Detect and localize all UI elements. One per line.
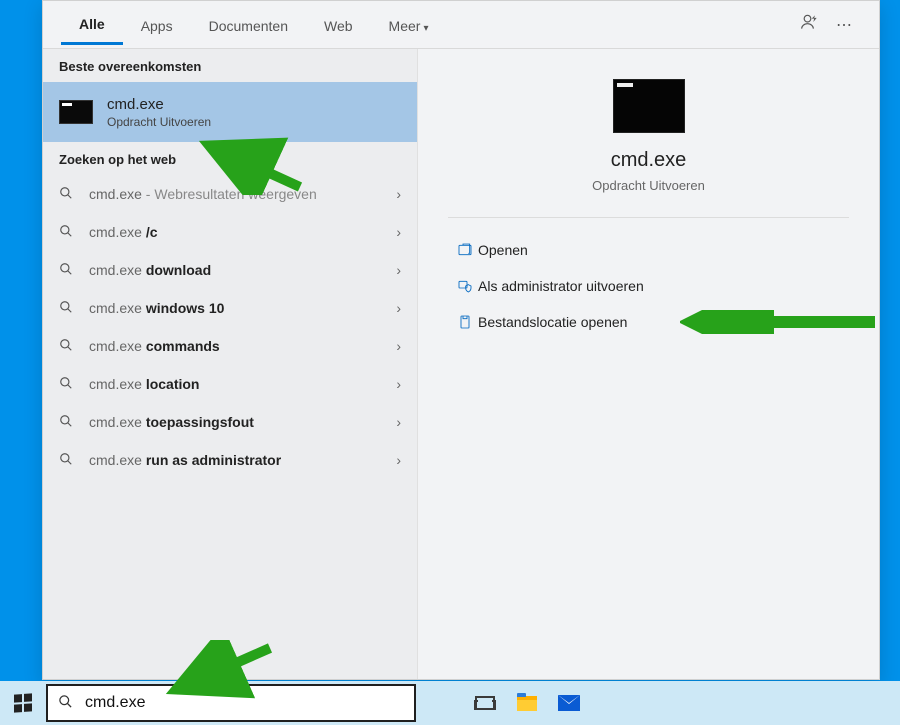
search-icon — [59, 186, 79, 203]
chevron-right-icon: › — [396, 452, 401, 468]
chevron-right-icon: › — [396, 376, 401, 392]
feedback-icon[interactable] — [793, 12, 827, 37]
web-suggestion[interactable]: cmd.exe location › — [43, 365, 417, 403]
best-match-title: cmd.exe — [107, 96, 211, 113]
chevron-right-icon: › — [396, 300, 401, 316]
web-suggestion[interactable]: cmd.exe download › — [43, 251, 417, 289]
search-icon — [59, 414, 79, 431]
file-explorer-icon — [517, 696, 537, 711]
suggestion-text: cmd.exe windows 10 — [89, 300, 224, 316]
preview-title: cmd.exe — [611, 149, 687, 172]
mail-icon — [558, 695, 580, 711]
separator — [448, 217, 849, 218]
suggestion-text: cmd.exe run as administrator — [89, 452, 281, 468]
suggestion-text: cmd.exe toepassingsfout — [89, 414, 254, 430]
windows-logo-icon — [14, 693, 32, 712]
search-icon — [59, 300, 79, 317]
web-suggestion[interactable]: cmd.exe - Webresultaten weergeven › — [43, 175, 417, 213]
file-explorer-button[interactable] — [506, 681, 548, 725]
chevron-right-icon: › — [396, 338, 401, 354]
results-column: Beste overeenkomsten cmd.exe Opdracht Ui… — [43, 49, 418, 679]
task-view-button[interactable] — [464, 681, 506, 725]
suggestion-text: cmd.exe - Webresultaten weergeven — [89, 186, 317, 202]
web-suggestion[interactable]: cmd.exe /c › — [43, 213, 417, 251]
web-suggestion[interactable]: cmd.exe toepassingsfout › — [43, 403, 417, 441]
search-tabs: Alle Apps Documenten Web Meer▾ ⋯ — [43, 1, 879, 49]
search-panel: Alle Apps Documenten Web Meer▾ ⋯ Beste o… — [42, 0, 880, 680]
tab-web[interactable]: Web — [306, 6, 371, 44]
action-open-file-location[interactable]: Bestandslocatie openen — [448, 304, 849, 340]
search-icon — [59, 376, 79, 393]
start-button[interactable] — [0, 681, 46, 725]
chevron-right-icon: › — [396, 262, 401, 278]
search-icon — [59, 338, 79, 355]
chevron-right-icon: › — [396, 224, 401, 240]
preview-subtitle: Opdracht Uitvoeren — [592, 178, 705, 193]
taskbar-search-box[interactable] — [46, 684, 416, 722]
cmd-icon — [613, 79, 685, 133]
search-icon — [59, 262, 79, 279]
cmd-icon — [59, 100, 93, 124]
chevron-right-icon: › — [396, 414, 401, 430]
action-run-as-admin[interactable]: Als administrator uitvoeren — [448, 268, 849, 304]
result-preview: cmd.exe Opdracht Uitvoeren — [448, 79, 849, 193]
search-icon — [58, 694, 73, 713]
mail-button[interactable] — [548, 681, 590, 725]
shield-run-icon — [452, 278, 478, 294]
tab-all[interactable]: Alle — [61, 4, 123, 45]
best-match-header: Beste overeenkomsten — [43, 49, 417, 82]
action-open[interactable]: Openen — [448, 232, 849, 268]
web-suggestion[interactable]: cmd.exe commands › — [43, 327, 417, 365]
suggestion-text: cmd.exe commands — [89, 338, 220, 354]
tab-docs[interactable]: Documenten — [191, 6, 306, 44]
taskbar — [0, 681, 900, 725]
more-options-icon[interactable]: ⋯ — [827, 15, 861, 35]
chevron-down-icon: ▾ — [423, 23, 428, 34]
chevron-right-icon: › — [396, 186, 401, 202]
web-search-header: Zoeken op het web — [43, 142, 417, 175]
best-match-subtitle: Opdracht Uitvoeren — [107, 115, 211, 129]
tab-apps[interactable]: Apps — [123, 6, 191, 44]
search-icon — [59, 224, 79, 241]
task-view-icon — [475, 696, 495, 710]
search-input[interactable] — [83, 693, 404, 713]
suggestion-text: cmd.exe location — [89, 376, 199, 392]
preview-column: cmd.exe Opdracht Uitvoeren Openen Als ad… — [418, 49, 879, 679]
web-suggestion-list: cmd.exe - Webresultaten weergeven›cmd.ex… — [43, 175, 417, 479]
search-icon — [59, 452, 79, 469]
search-content: Beste overeenkomsten cmd.exe Opdracht Ui… — [43, 49, 879, 679]
suggestion-text: cmd.exe download — [89, 262, 211, 278]
suggestion-text: cmd.exe /c — [89, 224, 158, 240]
open-icon — [452, 242, 478, 258]
web-suggestion[interactable]: cmd.exe windows 10 › — [43, 289, 417, 327]
web-suggestion[interactable]: cmd.exe run as administrator › — [43, 441, 417, 479]
best-match-result[interactable]: cmd.exe Opdracht Uitvoeren — [43, 82, 417, 142]
folder-location-icon — [452, 314, 478, 330]
tab-more[interactable]: Meer▾ — [371, 6, 447, 44]
